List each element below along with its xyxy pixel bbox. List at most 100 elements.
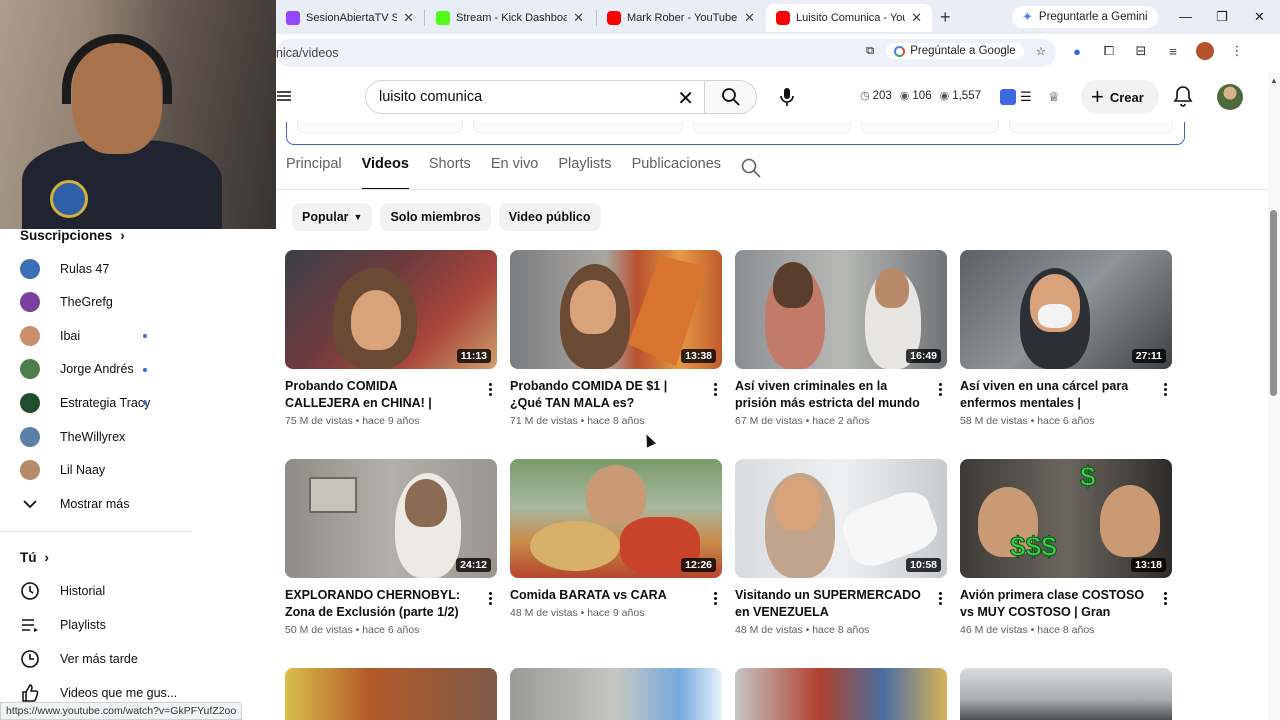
video-title[interactable]: Probando COMIDA DE $1 | ¿Qué TAN MALA es… <box>510 378 700 412</box>
extensions-puzzle-icon[interactable]: ⧠ <box>1100 42 1118 60</box>
video-title[interactable]: Así viven en una cárcel para enfermos me… <box>960 378 1150 412</box>
video-thumbnail[interactable] <box>510 668 722 720</box>
chrome-profile-avatar[interactable] <box>1196 42 1214 60</box>
more-options-icon[interactable] <box>483 588 497 608</box>
more-options-icon[interactable] <box>708 379 722 399</box>
video-thumbnail[interactable]: 13:38 <box>510 250 722 369</box>
chip-popular[interactable]: Popular ▼ <box>292 203 373 231</box>
video-card[interactable] <box>510 668 722 720</box>
sidebar-item-ver-mas-tarde[interactable]: Ver más tarde <box>20 644 190 674</box>
create-button[interactable]: + Crear <box>1081 80 1159 114</box>
video-thumbnail[interactable]: 27:11 <box>960 250 1172 369</box>
browser-tab-mark-rober[interactable]: Mark Rober - YouTube ✕ <box>597 4 765 32</box>
chip-video-publico[interactable]: Video público <box>498 203 601 231</box>
video-title[interactable]: Probando COMIDA CALLEJERA en CHINA! | ¿R… <box>285 378 475 412</box>
browser-tab-sesionabierta[interactable]: SesionAbiertaTV Stream ✕ <box>276 4 424 32</box>
video-title[interactable]: EXPLORANDO CHERNOBYL: Zona de Exclusión … <box>285 587 475 621</box>
trophy-icon[interactable]: ♕ <box>1048 89 1064 105</box>
show-more-button[interactable]: Mostrar más <box>20 489 190 519</box>
video-thumbnail[interactable]: $$$ $ 13:18 <box>960 459 1172 578</box>
search-input[interactable]: luisito comunica ✕ <box>365 80 705 114</box>
video-thumbnail[interactable] <box>960 668 1172 720</box>
video-card[interactable] <box>735 668 947 720</box>
extension-icon[interactable]: ● <box>1068 42 1086 60</box>
chip-solo-miembros[interactable]: Solo miembros <box>380 203 491 231</box>
video-title[interactable]: Comida BARATA vs CARA <box>510 587 700 604</box>
video-card[interactable]: 13:38 Probando COMIDA DE $1 | ¿Qué TAN M… <box>510 250 722 427</box>
notifications-bell-icon[interactable] <box>1171 84 1195 108</box>
close-icon[interactable]: ✕ <box>911 10 922 26</box>
video-card[interactable]: 10:58 Visitando un SUPERMERCADO en VENEZ… <box>735 459 947 636</box>
extension-icon[interactable] <box>1000 89 1016 105</box>
browser-tab-luisito[interactable]: Luisito Comunica - YouTube ✕ <box>766 4 932 32</box>
video-card[interactable]: 27:11 Así viven en una cárcel para enfer… <box>960 250 1172 427</box>
video-thumbnail[interactable]: 24:12 <box>285 459 497 578</box>
video-card[interactable] <box>285 668 497 720</box>
bookmark-star-icon[interactable]: ☆ <box>1036 44 1046 58</box>
video-thumbnail[interactable]: 16:49 <box>735 250 947 369</box>
page-scrollbar[interactable]: ▲ <box>1268 72 1280 720</box>
video-title[interactable]: Visitando un SUPERMERCADO en VENEZUELA <box>735 587 925 621</box>
voice-search-button[interactable] <box>770 80 804 114</box>
minimize-icon[interactable]: — <box>1179 9 1192 24</box>
guide-menu-icon[interactable] <box>276 88 292 104</box>
channel-search-icon[interactable] <box>741 158 761 178</box>
new-tab-icon[interactable]: + <box>940 7 951 28</box>
video-title[interactable]: Así viven criminales en la prisión más e… <box>735 378 925 412</box>
tab-videos[interactable]: Videos <box>361 156 410 190</box>
tab-principal[interactable]: Principal <box>286 156 342 190</box>
video-title[interactable]: Avión primera clase COSTOSO vs MUY COSTO… <box>960 587 1150 621</box>
window-close-icon[interactable]: ✕ <box>1254 9 1265 25</box>
tab-shorts[interactable]: Shorts <box>429 156 471 190</box>
account-avatar[interactable] <box>1217 84 1243 110</box>
scroll-up-arrow-icon[interactable]: ▲ <box>1270 76 1278 85</box>
close-icon[interactable]: ✕ <box>573 10 584 26</box>
close-icon[interactable]: ✕ <box>744 10 755 26</box>
search-button[interactable] <box>705 80 757 114</box>
tab-playlists[interactable]: Playlists <box>558 156 611 190</box>
close-icon[interactable]: ✕ <box>403 10 414 26</box>
scrollbar-thumb[interactable] <box>1270 210 1277 396</box>
more-options-icon[interactable] <box>933 379 947 399</box>
sidebar-item-historial[interactable]: Historial <box>20 576 190 606</box>
video-card[interactable]: $$$ $ 13:18 Avión primera clase COSTOSO … <box>960 459 1172 636</box>
video-card[interactable]: 11:13 Probando COMIDA CALLEJERA en CHINA… <box>285 250 497 427</box>
video-thumbnail[interactable]: 11:13 <box>285 250 497 369</box>
sidebar-item-ibai[interactable]: Ibai <box>20 321 190 351</box>
tab-en-vivo[interactable]: En vivo <box>491 156 539 190</box>
video-card[interactable]: 24:12 EXPLORANDO CHERNOBYL: Zona de Excl… <box>285 459 497 636</box>
video-thumbnail[interactable] <box>735 668 947 720</box>
sidebar-item-jorge-andres[interactable]: Jorge Andrés <box>20 354 190 384</box>
video-thumbnail[interactable]: 10:58 <box>735 459 947 578</box>
media-controls-icon[interactable]: ≡ <box>1164 42 1182 60</box>
tab-publicaciones[interactable]: Publicaciones <box>632 156 721 190</box>
ask-google-button[interactable]: Pregúntale a Google <box>886 43 1024 59</box>
clear-search-icon[interactable]: ✕ <box>677 86 694 111</box>
sidebar-item-lil-naay[interactable]: Lil Naay <box>20 455 190 485</box>
you-heading[interactable]: Tú › <box>20 550 49 565</box>
more-options-icon[interactable] <box>708 588 722 608</box>
sidebar-item-thewillyrex[interactable]: TheWillyrex <box>20 422 190 452</box>
subscriptions-heading[interactable]: Suscripciones › <box>20 228 125 243</box>
video-card[interactable]: 12:26 Comida BARATA vs CARA 48 M de vist… <box>510 459 722 619</box>
queue-icon[interactable]: ☰ <box>1020 89 1036 105</box>
browser-tab-kick[interactable]: Stream - Kick Dashboard ✕ <box>426 4 594 32</box>
more-options-icon[interactable] <box>1158 588 1172 608</box>
maximize-icon[interactable]: ❐ <box>1216 9 1228 25</box>
tab-search-icon[interactable]: ⊟ <box>1132 42 1150 60</box>
more-options-icon[interactable] <box>483 379 497 399</box>
omnibox[interactable]: nica/videos ⧉ Pregúntale a Google ☆ <box>276 39 1056 67</box>
video-card[interactable]: 16:49 Así viven criminales en la prisión… <box>735 250 947 427</box>
sidebar-item-rulas-47[interactable]: Rulas 47 <box>20 254 190 284</box>
video-thumbnail[interactable]: 12:26 <box>510 459 722 578</box>
more-options-icon[interactable] <box>933 588 947 608</box>
more-options-icon[interactable] <box>1158 379 1172 399</box>
sidebar-item-thegrefg[interactable]: TheGrefg <box>20 287 190 317</box>
chrome-menu-icon[interactable]: ⋮ <box>1228 42 1246 60</box>
sidebar-item-playlists[interactable]: Playlists <box>20 610 190 640</box>
video-thumbnail[interactable] <box>285 668 497 720</box>
url-text[interactable]: nica/videos <box>276 46 339 60</box>
video-card[interactable] <box>960 668 1172 720</box>
sidebar-item-estrategia-tracy[interactable]: Estrategia Tracy <box>20 388 190 418</box>
gemini-button[interactable]: ✦ Preguntarle a Gemini <box>1012 6 1158 28</box>
